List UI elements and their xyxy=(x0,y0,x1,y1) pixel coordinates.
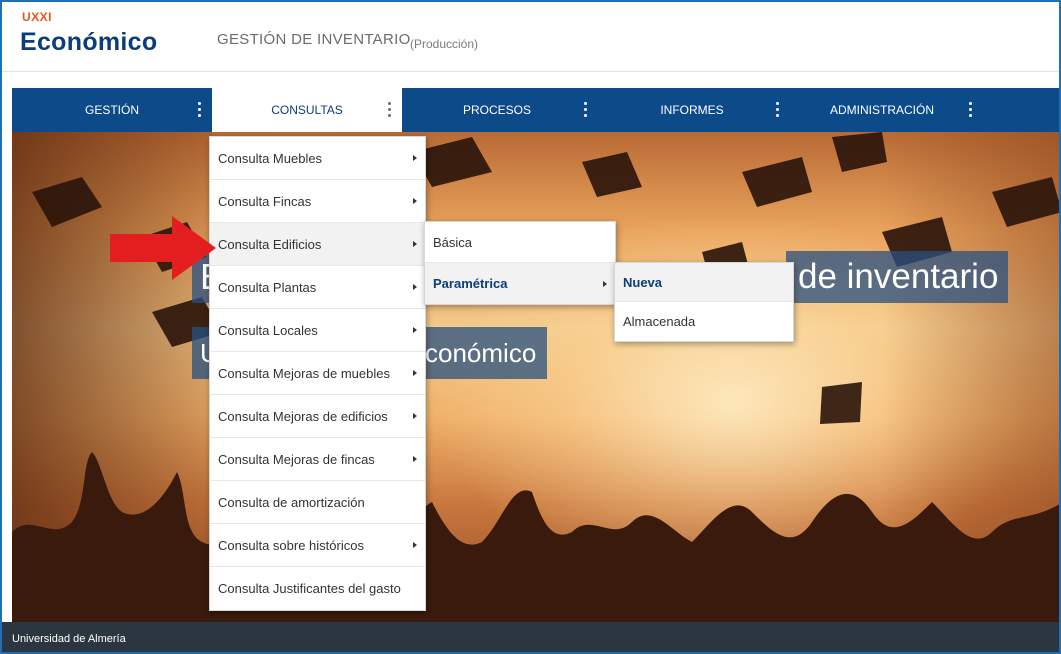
hero-title-right: de inventario xyxy=(786,251,1009,303)
nav-item-administracion[interactable]: ADMINISTRACIÓN xyxy=(792,88,972,132)
environment-label: (Producción) xyxy=(410,37,479,51)
nav-gestion-more-icon[interactable] xyxy=(196,100,202,120)
menu-item-label: Consulta Edificios xyxy=(218,237,322,252)
menu-item-label: Consulta Plantas xyxy=(218,280,317,295)
submenu-arrow-icon xyxy=(413,327,417,333)
hero-banner: E de inventario U conómico xyxy=(12,132,1059,622)
app-title: GESTIÓN DE INVENTARIO xyxy=(217,31,411,48)
menu-item-label: Consulta de amortización xyxy=(218,495,365,510)
menu-item-label: Consulta Mejoras de muebles xyxy=(218,366,390,381)
menu-item-label: Consulta Muebles xyxy=(218,151,323,166)
menu-item-consulta-mejoras-edificios[interactable]: Consulta Mejoras de edificios xyxy=(210,395,425,438)
nav-administracion-more-icon[interactable] xyxy=(967,100,973,120)
consultas-dropdown: Consulta Muebles Consulta Fincas Consult… xyxy=(209,136,426,611)
menu-item-label: Nueva xyxy=(623,275,663,290)
footer: Universidad de Almería xyxy=(2,622,1059,652)
submenu-arrow-icon xyxy=(413,542,417,548)
app-header: UXXI Económico GESTIÓN DE INVENTARIO (Pr… xyxy=(2,2,1059,72)
menu-item-consulta-fincas[interactable]: Consulta Fincas xyxy=(210,180,425,223)
menu-item-consulta-mejoras-fincas[interactable]: Consulta Mejoras de fincas xyxy=(210,438,425,481)
nav-item-procesos[interactable]: PROCESOS xyxy=(402,88,592,132)
menu-item-label: Consulta sobre históricos xyxy=(218,538,364,553)
menu-item-consulta-justificantes[interactable]: Consulta Justificantes del gasto xyxy=(210,567,425,610)
menu-item-nueva[interactable]: Nueva xyxy=(615,263,793,302)
submenu-arrow-icon xyxy=(413,284,417,290)
menu-item-consulta-historicos[interactable]: Consulta sobre históricos xyxy=(210,524,425,567)
menu-item-label: Consulta Justificantes del gasto xyxy=(218,581,401,596)
hero-subtitle-right: conómico xyxy=(425,338,537,368)
menu-item-consulta-amortizacion[interactable]: Consulta de amortización xyxy=(210,481,425,524)
menu-item-parametrica[interactable]: Paramétrica xyxy=(425,263,615,304)
menu-item-consulta-edificios[interactable]: Consulta Edificios xyxy=(210,223,425,266)
menu-item-basica[interactable]: Básica xyxy=(425,222,615,263)
submenu-arrow-icon xyxy=(413,155,417,161)
menu-item-consulta-muebles[interactable]: Consulta Muebles xyxy=(210,137,425,180)
menu-item-label: Básica xyxy=(433,235,473,250)
nav-item-informes[interactable]: INFORMES xyxy=(592,88,792,132)
nav-procesos-more-icon[interactable] xyxy=(582,100,588,120)
main-nav: GESTIÓN CONSULTAS PROCESOS INFORMES ADMI… xyxy=(12,88,1059,132)
edificios-submenu: Básica Paramétrica xyxy=(424,221,616,305)
submenu-arrow-icon xyxy=(413,198,417,204)
submenu-arrow-icon xyxy=(413,370,417,376)
nav-informes-more-icon[interactable] xyxy=(774,100,780,120)
logo-uxxi: UXXI xyxy=(22,10,53,24)
menu-item-label: Consulta Mejoras de edificios xyxy=(218,409,388,424)
submenu-arrow-icon xyxy=(603,281,607,287)
menu-item-label: Consulta Fincas xyxy=(218,194,312,209)
app-window: UXXI Económico GESTIÓN DE INVENTARIO (Pr… xyxy=(0,0,1061,654)
menu-item-consulta-mejoras-muebles[interactable]: Consulta Mejoras de muebles xyxy=(210,352,425,395)
nav-consultas-more-icon[interactable] xyxy=(386,100,392,120)
logo-economico: Económico xyxy=(20,28,158,56)
menu-item-label: Almacenada xyxy=(623,314,696,329)
menu-item-consulta-locales[interactable]: Consulta Locales xyxy=(210,309,425,352)
menu-item-label: Paramétrica xyxy=(433,276,508,291)
red-arrow-annotation-icon xyxy=(110,216,216,280)
submenu-arrow-icon xyxy=(413,241,417,247)
menu-item-label: Consulta Locales xyxy=(218,323,318,338)
menu-item-label: Consulta Mejoras de fincas xyxy=(218,452,375,467)
menu-item-almacenada[interactable]: Almacenada xyxy=(615,302,793,341)
parametrica-submenu: Nueva Almacenada xyxy=(614,262,794,342)
submenu-arrow-icon xyxy=(413,456,417,462)
menu-item-consulta-plantas[interactable]: Consulta Plantas xyxy=(210,266,425,309)
nav-item-consultas[interactable]: CONSULTAS xyxy=(212,88,402,132)
submenu-arrow-icon xyxy=(413,413,417,419)
nav-item-gestion[interactable]: GESTIÓN xyxy=(12,88,212,132)
crowd-silhouette-illustration xyxy=(12,452,1059,622)
